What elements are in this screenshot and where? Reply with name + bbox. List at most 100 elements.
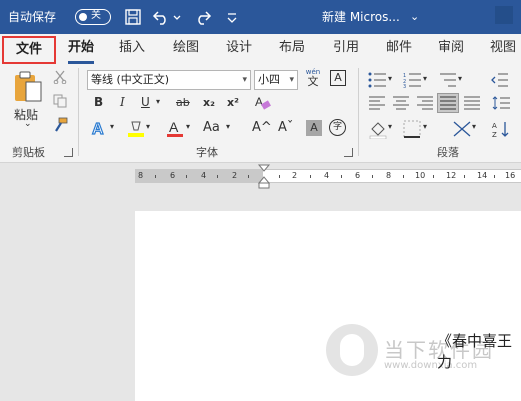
underline-dropdown-icon[interactable]: ▾ (156, 97, 160, 106)
ruler-number: 14 (477, 171, 488, 180)
font-size-combo[interactable]: 小四 ▾ (254, 70, 298, 90)
chinese-layout-dropdown-icon[interactable]: ▾ (472, 122, 476, 131)
ruler-number: 4 (324, 171, 330, 180)
sort-icon[interactable]: AZ (492, 120, 510, 138)
char-shading-button[interactable]: A (306, 120, 322, 136)
tab-references[interactable]: 引用 (327, 34, 365, 64)
undo-dropdown-icon[interactable] (172, 8, 182, 26)
tab-view[interactable]: 视图 (484, 34, 521, 64)
multilevel-list-icon[interactable] (438, 72, 458, 88)
enclose-characters-button[interactable]: 字 (329, 119, 346, 136)
numbering-icon[interactable]: 1 2 3 (403, 72, 423, 88)
strikethrough-button[interactable]: ab (176, 96, 190, 109)
grow-font-button[interactable]: A^ (252, 120, 272, 135)
ruler-number: 8 (386, 171, 392, 180)
shrink-font-button[interactable]: Aˇ (278, 120, 293, 135)
ruler-tick (186, 175, 187, 178)
ruler-tick (433, 175, 434, 178)
ruler-number: 2 (232, 171, 238, 180)
highlight-dropdown-icon[interactable]: ▾ (146, 122, 150, 131)
font-color-icon[interactable]: A (165, 118, 185, 138)
cut-icon[interactable] (53, 70, 67, 84)
tab-label: 设计 (225, 40, 252, 55)
ruler-number: 4 (201, 171, 207, 180)
redo-icon[interactable] (194, 8, 212, 26)
watermark-logo (326, 324, 378, 376)
font-group-label: 字体 (196, 146, 218, 159)
tab-file[interactable]: 文件 (2, 36, 56, 64)
char-border-button[interactable]: A (330, 70, 346, 86)
ruler-tick (341, 175, 342, 178)
align-center-icon[interactable] (393, 96, 409, 110)
text-effects-dropdown-icon[interactable]: ▾ (110, 122, 114, 131)
ribbon: 粘贴 ⌄ 剪贴板 等线 (中文正文) ▾ 小四 ▾ wén 文 A B I U … (0, 64, 521, 163)
change-case-button[interactable]: Aa (203, 120, 220, 135)
tab-design[interactable]: 设计 (220, 34, 258, 64)
document-title[interactable]: 新建 Micros... (322, 0, 400, 34)
tab-label: 引用 (332, 40, 359, 55)
font-name-value: 等线 (中文正文) (91, 73, 170, 86)
ribbon-tabs: 文件 开始 插入 绘图 设计 布局 引用 邮件 审阅 视图 (0, 34, 521, 64)
tab-insert[interactable]: 插入 (113, 34, 151, 64)
shading-dropdown-icon[interactable]: ▾ (388, 122, 392, 131)
title-dropdown-icon[interactable]: ⌄ (410, 0, 419, 34)
justify-button[interactable] (437, 93, 459, 113)
document-text[interactable]: 《春中喜王力 (437, 330, 521, 372)
customize-toolbar-icon[interactable] (226, 8, 238, 26)
text-effects-icon[interactable]: A (90, 118, 110, 138)
font-launcher-icon[interactable] (344, 148, 353, 157)
bullets-dropdown-icon[interactable]: ▾ (388, 74, 392, 83)
paste-dropdown-icon[interactable]: ⌄ (24, 119, 32, 129)
tab-label: 绘图 (172, 40, 199, 55)
font-color-dropdown-icon[interactable]: ▾ (186, 122, 190, 131)
toggle-state-label: 关 (91, 10, 101, 21)
bullets-icon[interactable] (368, 72, 388, 88)
tab-layout[interactable]: 布局 (273, 34, 311, 64)
justify-icon (440, 96, 456, 110)
autosave-toggle[interactable]: 关 (75, 9, 111, 25)
highlight-icon[interactable] (126, 118, 146, 138)
font-name-combo[interactable]: 等线 (中文正文) ▾ (87, 70, 251, 90)
shading-icon[interactable] (368, 119, 388, 139)
tab-home[interactable]: 开始 (62, 34, 100, 64)
tab-review[interactable]: 审阅 (432, 34, 470, 64)
ruler-number: 12 (446, 171, 457, 180)
document-page[interactable] (135, 211, 521, 401)
underline-button[interactable]: U (141, 95, 150, 109)
paste-icon[interactable] (12, 70, 44, 104)
svg-text:A: A (169, 119, 179, 135)
multilevel-dropdown-icon[interactable]: ▾ (458, 74, 462, 83)
svg-text:3: 3 (403, 84, 406, 88)
superscript-button[interactable]: x² (227, 96, 239, 109)
tab-draw[interactable]: 绘图 (167, 34, 205, 64)
autosave-label: 自动保存 (8, 10, 57, 24)
change-case-dropdown-icon[interactable]: ▾ (226, 122, 230, 131)
distributed-icon[interactable] (464, 96, 480, 110)
chinese-layout-icon[interactable] (452, 120, 472, 138)
line-spacing-icon[interactable] (492, 95, 510, 111)
subscript-button[interactable]: x₂ (203, 96, 215, 109)
align-left-icon[interactable] (369, 96, 385, 110)
paragraph-group-label: 段落 (437, 146, 459, 159)
ruler-tick (310, 175, 311, 178)
clear-formatting-icon[interactable]: A (254, 94, 272, 112)
align-right-icon[interactable] (417, 96, 433, 110)
italic-button[interactable]: I (120, 95, 125, 109)
indent-marker-icon[interactable] (257, 164, 271, 190)
decrease-indent-icon[interactable] (490, 72, 510, 88)
copy-icon[interactable] (53, 94, 67, 108)
tab-mailings[interactable]: 邮件 (380, 34, 418, 64)
format-painter-icon[interactable] (52, 117, 68, 133)
watermark-logo-inner (340, 334, 364, 366)
numbering-dropdown-icon[interactable]: ▾ (423, 74, 427, 83)
save-icon[interactable] (124, 8, 142, 26)
horizontal-ruler[interactable]: 8 6 4 2 2 4 6 8 10 12 14 16 (0, 163, 521, 189)
phonetic-guide-button[interactable]: wén 文 (302, 68, 324, 90)
ruler-number: 16 (505, 171, 516, 180)
bold-button[interactable]: B (94, 95, 103, 109)
clipboard-launcher-icon[interactable] (64, 148, 73, 157)
borders-icon[interactable] (403, 120, 421, 138)
search-icon[interactable] (494, 6, 514, 24)
borders-dropdown-icon[interactable]: ▾ (423, 122, 427, 131)
undo-icon[interactable] (152, 8, 170, 26)
